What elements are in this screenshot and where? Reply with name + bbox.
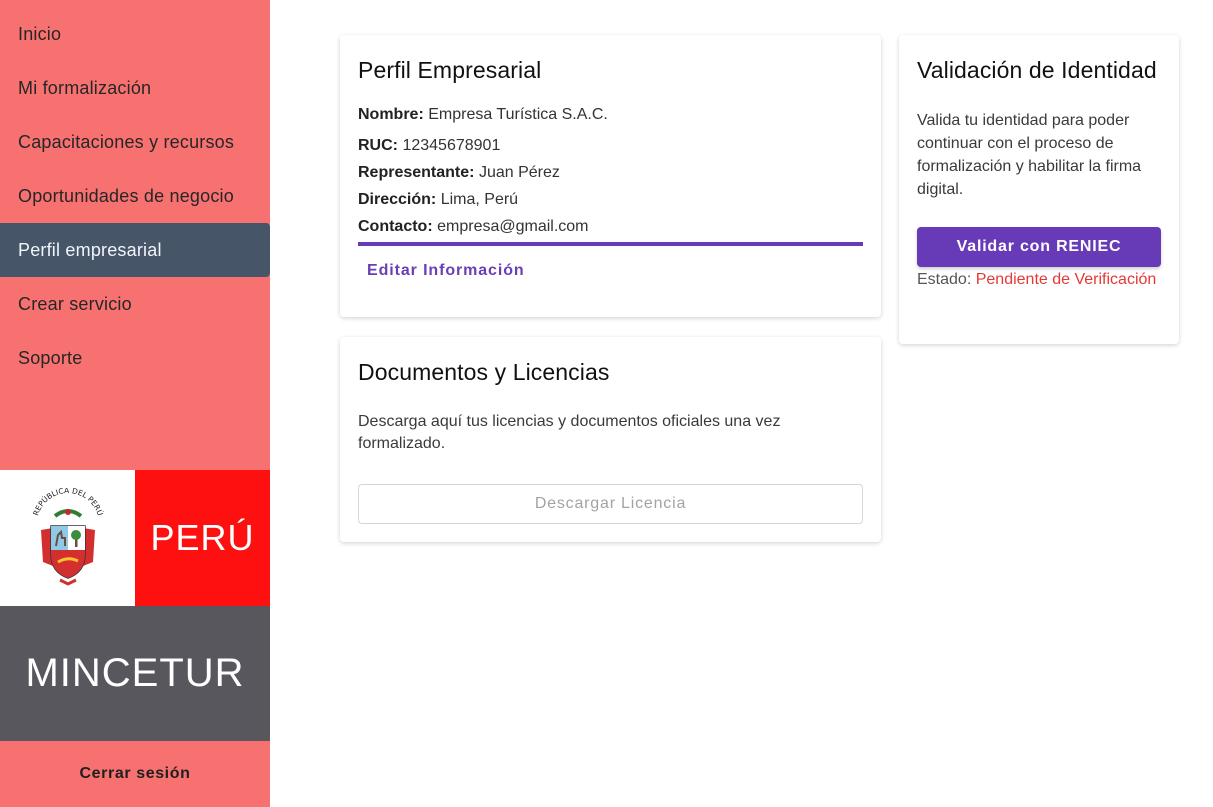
identity-validation-card: Validación de Identidad Valida tu identi…	[899, 35, 1179, 344]
logo-country-text: PERÚ	[135, 470, 270, 606]
field-value: Empresa Turística S.A.C.	[428, 106, 608, 123]
mincetur-logo: REPÚBLICA DEL PERÚ PERÚ MINCETUR	[0, 470, 270, 741]
status-badge: Pendiente de Verificación	[975, 271, 1157, 288]
field-value: Lima, Perú	[440, 191, 519, 208]
business-profile-card: Perfil Empresarial Nombre: Empresa Turís…	[340, 35, 881, 317]
field-contacto: Contacto: empresa@gmail.com	[358, 213, 863, 240]
field-label: Nombre:	[358, 106, 424, 123]
documents-card: Documentos y Licencias Descarga aquí tus…	[340, 337, 881, 542]
card-title: Validación de Identidad	[917, 57, 1157, 83]
edit-info-button[interactable]: Editar Información	[367, 262, 525, 280]
field-value: Juan Pérez	[478, 164, 560, 181]
validate-reniec-button[interactable]: Validar con RENIEC	[917, 227, 1161, 267]
sidebar-item-oportunidades[interactable]: Oportunidades de negocio	[0, 169, 270, 223]
status-label: Estado:	[917, 271, 972, 288]
field-label: RUC:	[358, 137, 398, 154]
sidebar: Inicio Mi formalización Capacitaciones y…	[0, 0, 270, 807]
field-ruc: RUC: 12345678901	[358, 132, 863, 159]
sidebar-nav: Inicio Mi formalización Capacitaciones y…	[0, 0, 270, 385]
verification-status: Estado: Pendiente de Verificación	[917, 268, 1161, 291]
sidebar-item-inicio[interactable]: Inicio	[0, 7, 270, 61]
card-description: Valida tu identidad para poder continuar…	[917, 112, 1142, 198]
card-description: Descarga aquí tus licencias y documentos…	[358, 413, 781, 452]
sidebar-item-perfil-empresarial[interactable]: Perfil empresarial	[0, 223, 270, 277]
sidebar-item-soporte[interactable]: Soporte	[0, 331, 270, 385]
field-nombre: Nombre: Empresa Turística S.A.C.	[358, 106, 863, 124]
field-representante: Representante: Juan Pérez	[358, 159, 863, 186]
field-label: Dirección:	[358, 191, 437, 208]
field-label: Representante:	[358, 164, 475, 181]
field-direccion: Dirección: Lima, Perú	[358, 186, 863, 213]
divider-line	[358, 242, 863, 246]
logo-ministry-text: MINCETUR	[0, 606, 270, 741]
sidebar-item-capacitaciones[interactable]: Capacitaciones y recursos	[0, 115, 270, 169]
logout-button[interactable]: Cerrar sesión	[0, 741, 270, 807]
field-value: 12345678901	[402, 137, 501, 154]
card-title: Documentos y Licencias	[358, 359, 610, 385]
sidebar-item-crear-servicio[interactable]: Crear servicio	[0, 277, 270, 331]
card-title: Perfil Empresarial	[358, 57, 542, 83]
download-license-button[interactable]: Descargar Licencia	[358, 484, 863, 524]
field-label: Contacto:	[358, 218, 433, 235]
field-value: empresa@gmail.com	[437, 218, 589, 235]
sidebar-item-mi-formalizacion[interactable]: Mi formalización	[0, 61, 270, 115]
peru-coat-of-arms-icon: REPÚBLICA DEL PERÚ	[0, 470, 135, 606]
